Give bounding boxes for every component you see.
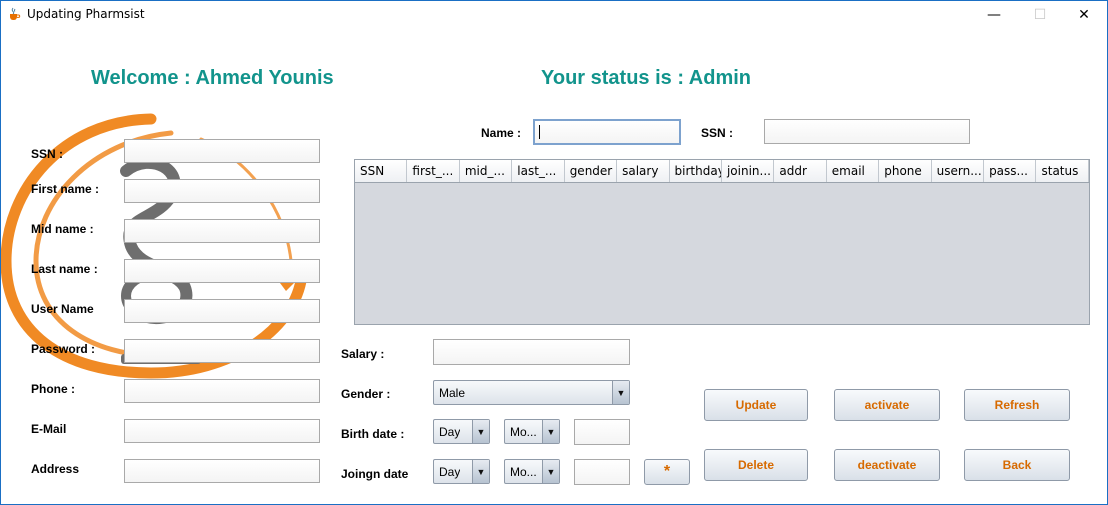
chevron-down-icon: ▼ bbox=[612, 381, 629, 404]
close-button[interactable]: ✕ bbox=[1061, 1, 1107, 29]
mid-name-field[interactable] bbox=[124, 219, 320, 243]
results-table[interactable]: SSN first_... mid_... last_... gender salary b… bbox=[354, 159, 1090, 325]
column-header[interactable]: first_... bbox=[407, 160, 460, 182]
last-name-field[interactable] bbox=[124, 259, 320, 283]
join-day-value: Day bbox=[439, 465, 461, 479]
chevron-down-icon: ▼ bbox=[472, 460, 489, 483]
gender-value: Male bbox=[439, 386, 466, 400]
app-window: Updating Pharmsist — ☐ ✕ Welcome : Ahmed… bbox=[0, 0, 1108, 505]
user-name-label: User Name bbox=[31, 302, 94, 316]
first-name-field[interactable] bbox=[124, 179, 320, 203]
birth-day-select[interactable]: Day ▼ bbox=[433, 419, 490, 444]
email-label: E-Mail bbox=[31, 422, 67, 436]
birth-month-select[interactable]: Mo... ▼ bbox=[504, 419, 560, 444]
delete-button[interactable]: Delete bbox=[704, 449, 808, 481]
column-header[interactable]: SSN bbox=[355, 160, 408, 182]
table-header: SSN first_... mid_... last_... gender salary b… bbox=[355, 160, 1089, 183]
user-name-field[interactable] bbox=[124, 299, 320, 323]
first-name-label: First name : bbox=[31, 182, 100, 196]
minimize-button[interactable]: — bbox=[971, 1, 1017, 29]
chevron-down-icon: ▼ bbox=[472, 420, 489, 443]
search-name-label: Name : bbox=[481, 126, 522, 140]
java-cup-icon bbox=[10, 7, 21, 20]
star-button[interactable]: * bbox=[644, 459, 690, 485]
maximize-button[interactable]: ☐ bbox=[1017, 1, 1063, 29]
join-month-select[interactable]: Mo... ▼ bbox=[504, 459, 560, 484]
back-button[interactable]: Back bbox=[964, 449, 1070, 481]
column-header[interactable]: usern... bbox=[932, 160, 985, 182]
mid-name-label: Mid name : bbox=[31, 222, 94, 236]
update-button[interactable]: Update bbox=[704, 389, 808, 421]
column-header[interactable]: pass... bbox=[984, 160, 1037, 182]
gender-label: Gender : bbox=[341, 387, 391, 401]
column-header[interactable]: email bbox=[827, 160, 880, 182]
ssn-field[interactable] bbox=[124, 139, 320, 163]
title-bar: Updating Pharmsist — ☐ ✕ bbox=[1, 1, 1107, 29]
ssn-label: SSN : bbox=[31, 147, 64, 161]
column-header[interactable]: salary bbox=[617, 160, 670, 182]
search-ssn-input[interactable] bbox=[764, 119, 970, 144]
column-header[interactable]: last_... bbox=[512, 160, 565, 182]
welcome-heading: Welcome : Ahmed Younis bbox=[91, 67, 334, 89]
birth-year-field[interactable] bbox=[574, 419, 630, 445]
phone-label: Phone : bbox=[31, 382, 75, 396]
column-header[interactable]: addr bbox=[774, 160, 827, 182]
last-name-label: Last name : bbox=[31, 262, 98, 276]
chevron-down-icon: ▼ bbox=[542, 420, 559, 443]
birth-date-label: Birth date : bbox=[341, 427, 405, 441]
join-date-label: Joingn date bbox=[341, 467, 409, 481]
minimize-icon: — bbox=[987, 7, 1001, 23]
birth-month-value: Mo... bbox=[510, 425, 537, 439]
password-label: Password : bbox=[31, 342, 96, 356]
activate-button[interactable]: activate bbox=[834, 389, 940, 421]
text-caret bbox=[539, 125, 540, 139]
email-field[interactable] bbox=[124, 419, 320, 443]
column-header[interactable]: joinin... bbox=[722, 160, 775, 182]
address-field[interactable] bbox=[124, 459, 320, 483]
column-header[interactable]: status bbox=[1036, 160, 1089, 182]
password-field[interactable] bbox=[124, 339, 320, 363]
salary-label: Salary : bbox=[341, 347, 385, 361]
close-icon: ✕ bbox=[1078, 7, 1090, 23]
column-header[interactable]: mid_... bbox=[460, 160, 513, 182]
join-month-value: Mo... bbox=[510, 465, 537, 479]
join-year-field[interactable] bbox=[574, 459, 630, 485]
column-header[interactable]: gender bbox=[565, 160, 618, 182]
search-name-input[interactable] bbox=[533, 119, 681, 145]
column-header[interactable]: phone bbox=[879, 160, 932, 182]
search-ssn-label: SSN : bbox=[701, 126, 734, 140]
column-header[interactable]: birthday bbox=[670, 160, 722, 182]
address-label: Address bbox=[31, 462, 80, 476]
chevron-down-icon: ▼ bbox=[542, 460, 559, 483]
refresh-button[interactable]: Refresh bbox=[964, 389, 1070, 421]
birth-day-value: Day bbox=[439, 425, 461, 439]
maximize-icon: ☐ bbox=[1033, 7, 1047, 23]
deactivate-button[interactable]: deactivate bbox=[834, 449, 940, 481]
salary-field[interactable] bbox=[433, 339, 630, 365]
join-day-select[interactable]: Day ▼ bbox=[433, 459, 490, 484]
gender-select[interactable]: Male ▼ bbox=[433, 380, 630, 405]
status-heading: Your status is : Admin bbox=[541, 67, 752, 89]
window-title: Updating Pharmsist bbox=[27, 7, 145, 21]
phone-field[interactable] bbox=[124, 379, 320, 403]
